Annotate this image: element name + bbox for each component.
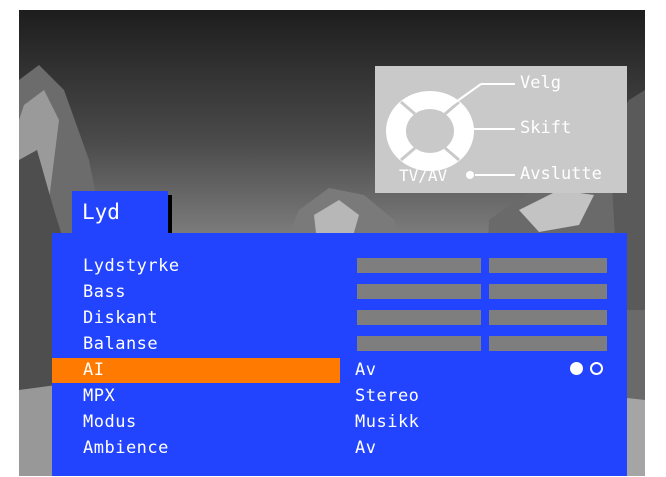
toggle-off-indicator-icon bbox=[590, 362, 603, 375]
sound-menu-panel: Lydstyrke Bass Diskant Balanse AI Av MPX… bbox=[52, 233, 627, 476]
menu-item-ambience[interactable]: Ambience bbox=[52, 436, 340, 461]
modus-value: Musikk bbox=[355, 412, 420, 432]
menu-item-label: Diskant bbox=[83, 308, 159, 328]
exit-hint-label: Avslutte bbox=[520, 164, 602, 184]
menu-item-label: Bass bbox=[83, 282, 126, 302]
menu-item-label: AI bbox=[83, 360, 105, 380]
ai-value: Av bbox=[355, 360, 377, 380]
menu-item-label: Modus bbox=[83, 412, 137, 432]
menu-title: Lyd bbox=[82, 200, 120, 224]
menu-item-label: Balanse bbox=[83, 334, 159, 354]
lydstyrke-level-bar bbox=[489, 258, 607, 273]
diskant-level-bar bbox=[357, 310, 481, 325]
select-hint-label: Velg bbox=[520, 73, 561, 93]
up-arrow-icon: ^ bbox=[425, 93, 435, 112]
lydstyrke-level-bar bbox=[357, 258, 481, 273]
background-photo: ^ v − + Velg Skift Avslutte TV/AV Lyd Ly… bbox=[19, 10, 645, 476]
menu-item-modus[interactable]: Modus bbox=[52, 410, 340, 435]
menu-item-balanse[interactable]: Balanse bbox=[52, 332, 340, 357]
toggle-on-indicator-icon bbox=[570, 362, 583, 375]
balanse-level-bar bbox=[357, 336, 481, 351]
plus-icon: + bbox=[457, 120, 468, 141]
menu-item-mpx[interactable]: MPX bbox=[52, 384, 340, 409]
menu-item-diskant[interactable]: Diskant bbox=[52, 306, 340, 331]
diskant-level-bar bbox=[489, 310, 607, 325]
menu-item-bass[interactable]: Bass bbox=[52, 280, 340, 305]
menu-title-tab: Lyd bbox=[72, 191, 168, 235]
bass-level-bar bbox=[489, 284, 607, 299]
menu-item-ai[interactable]: AI bbox=[52, 358, 340, 383]
mpx-value: Stereo bbox=[355, 386, 420, 406]
balanse-level-bar bbox=[489, 336, 607, 351]
menu-item-lydstyrke[interactable]: Lydstyrke bbox=[52, 254, 340, 279]
bass-level-bar bbox=[357, 284, 481, 299]
menu-item-label: Ambience bbox=[83, 438, 169, 458]
change-hint-label: Skift bbox=[520, 118, 572, 138]
minus-icon: − bbox=[387, 120, 398, 141]
menu-item-label: Lydstyrke bbox=[83, 256, 180, 276]
menu-item-label: MPX bbox=[83, 386, 116, 406]
remote-control-guide: ^ v − + Velg Skift Avslutte TV/AV bbox=[375, 66, 627, 193]
tv-av-button-label: TV/AV bbox=[399, 166, 448, 185]
ambience-value: Av bbox=[355, 438, 377, 458]
